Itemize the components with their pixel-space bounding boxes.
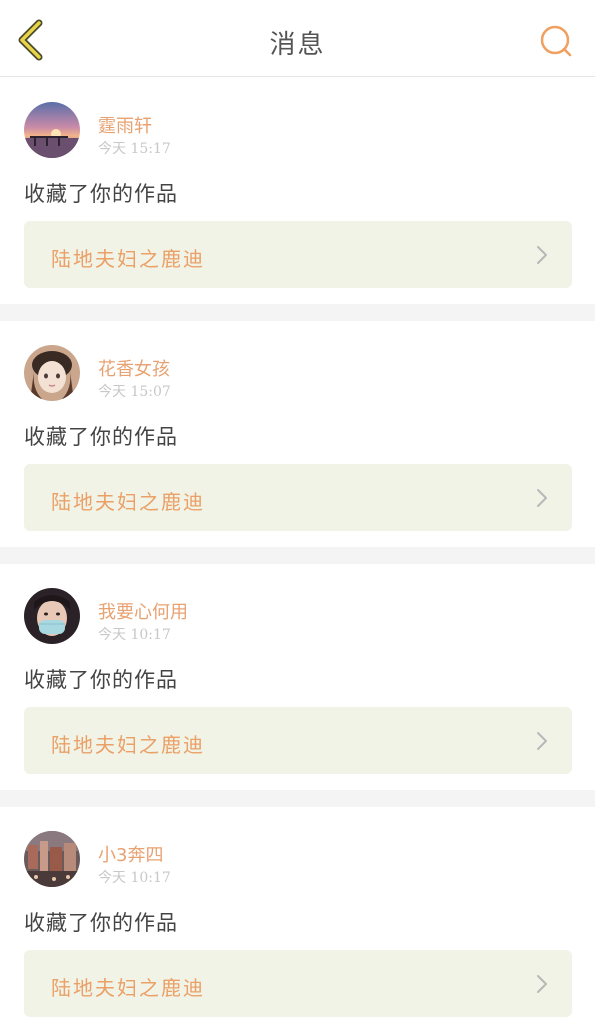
action-text: 收藏了你的作品 [24, 425, 178, 449]
timestamp: 今天 10:17 [98, 627, 171, 643]
work-title: 陆地夫妇之鹿迪 [51, 490, 205, 514]
username[interactable]: 霆雨轩 [98, 112, 152, 138]
username[interactable]: 小3奔四 [98, 841, 163, 867]
work-title: 陆地夫妇之鹿迪 [51, 733, 205, 757]
username[interactable]: 我要心何用 [98, 598, 188, 624]
work-title: 陆地夫妇之鹿迪 [51, 976, 205, 1000]
message-list: 霆雨轩 今天 15:17 收藏了你的作品 陆地夫妇之鹿迪 花香女孩 今天 15:… [0, 78, 595, 1033]
chevron-right-icon [537, 732, 547, 750]
message-card: 小3奔四 今天 10:17 收藏了你的作品 陆地夫妇之鹿迪 [0, 807, 595, 1033]
chevron-right-icon [537, 246, 547, 264]
city-photo-avatar [24, 831, 80, 887]
user-avatar[interactable] [24, 588, 80, 644]
user-avatar[interactable] [24, 102, 80, 158]
divider [0, 547, 595, 564]
action-text: 收藏了你的作品 [24, 668, 178, 692]
action-text: 收藏了你的作品 [24, 911, 178, 935]
work-link[interactable]: 陆地夫妇之鹿迪 [24, 707, 572, 774]
timestamp: 今天 15:07 [98, 384, 171, 400]
timestamp: 今天 10:17 [98, 870, 171, 886]
sunset-avatar [24, 102, 80, 158]
message-card: 花香女孩 今天 15:07 收藏了你的作品 陆地夫妇之鹿迪 [0, 321, 595, 547]
divider [0, 790, 595, 807]
message-card: 我要心何用 今天 10:17 收藏了你的作品 陆地夫妇之鹿迪 [0, 564, 595, 790]
divider [0, 304, 595, 321]
work-title: 陆地夫妇之鹿迪 [51, 247, 205, 271]
chevron-right-icon [537, 489, 547, 507]
user-avatar[interactable] [24, 831, 80, 887]
girl-illustration-avatar [24, 345, 80, 401]
work-link[interactable]: 陆地夫妇之鹿迪 [24, 950, 572, 1017]
search-button[interactable] [537, 22, 577, 62]
search-icon [540, 25, 572, 57]
top-bar: 消息 [0, 0, 595, 77]
user-avatar[interactable] [24, 345, 80, 401]
work-link[interactable]: 陆地夫妇之鹿迪 [24, 464, 572, 531]
work-link[interactable]: 陆地夫妇之鹿迪 [24, 221, 572, 288]
message-card: 霆雨轩 今天 15:17 收藏了你的作品 陆地夫妇之鹿迪 [0, 78, 595, 304]
chevron-right-icon [537, 975, 547, 993]
page-title: 消息 [269, 30, 326, 60]
username[interactable]: 花香女孩 [98, 355, 170, 381]
masked-girl-avatar [24, 588, 80, 644]
action-text: 收藏了你的作品 [24, 182, 178, 206]
timestamp: 今天 15:17 [98, 141, 171, 157]
